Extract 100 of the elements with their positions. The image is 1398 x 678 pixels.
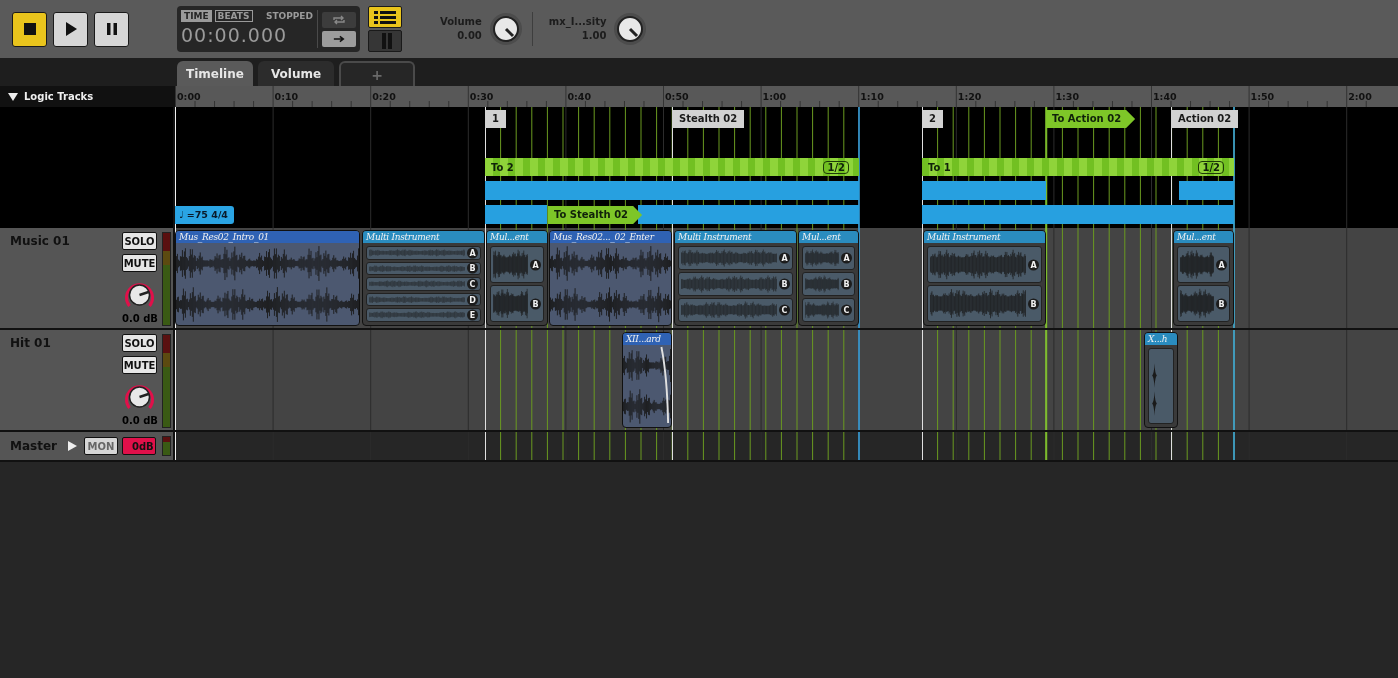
audio-clip[interactable]: Multi Instrument A B — [923, 230, 1046, 326]
clip-title: Multi Instrument — [924, 231, 1045, 243]
layer-label: B — [1028, 298, 1039, 309]
layer-label: B — [1216, 298, 1227, 309]
layer-label: A — [779, 252, 790, 264]
destination-marker[interactable]: Stealth 02 — [672, 110, 745, 128]
clip-title: Mul...ent — [1174, 231, 1233, 243]
time-label: 1:10 — [859, 91, 884, 102]
layer-label: C — [779, 304, 790, 316]
time-label: 1:50 — [1249, 91, 1275, 102]
audio-clip[interactable]: Mul...ent A B — [486, 230, 548, 326]
view-button[interactable] — [368, 6, 402, 28]
loop-label: To 2 — [491, 161, 514, 173]
stop-icon — [21, 21, 38, 37]
time-label: 1:00 — [761, 91, 787, 102]
arrow-icon — [333, 33, 345, 44]
mute-button[interactable]: MUTE — [122, 254, 157, 272]
transition-marker[interactable]: To Stealth 02 — [548, 206, 643, 224]
logic-tracks-label[interactable]: Logic Tracks — [24, 91, 94, 102]
audio-clip[interactable]: Mul...ent A B — [1173, 230, 1234, 326]
parameter-value: 1.00 — [580, 29, 607, 43]
audio-clip[interactable]: XII...ard — [622, 332, 672, 428]
layer-label: A — [1028, 259, 1039, 270]
tempo-marker[interactable]: ♩ =75 4/4 — [175, 206, 234, 224]
volume-readout: 0.0 dB — [122, 415, 158, 426]
time-label: 1:20 — [956, 91, 982, 102]
parameter-name: mx_I...sity — [548, 15, 607, 29]
track-name: Master — [10, 439, 57, 453]
tab[interactable]: Volume — [258, 61, 334, 86]
audio-clip[interactable]: Multi Instrument A B C — [674, 230, 797, 326]
solo-button[interactable]: SOLO — [122, 334, 157, 352]
clip-title: X...h — [1145, 333, 1177, 345]
layer-label: A — [530, 259, 541, 270]
time-label: 0:50 — [664, 91, 689, 102]
destination-marker[interactable]: 2 — [922, 110, 943, 128]
loop-region[interactable]: To 1 1/2 — [922, 158, 1234, 176]
layer-label: A — [1216, 259, 1227, 270]
loop-icon — [333, 14, 345, 25]
layer-label: B — [779, 278, 790, 290]
parameter-knob[interactable] — [488, 12, 523, 46]
master-volume-button[interactable]: 0dB — [122, 437, 156, 455]
clip-title: Mus_Res02..._02_Enter — [550, 231, 671, 243]
clip-title: Multi Instrument — [675, 231, 796, 243]
destination-marker[interactable]: 1 — [485, 110, 506, 128]
stop-button[interactable] — [12, 11, 47, 47]
time-label: 0:10 — [273, 91, 299, 102]
monitor-button[interactable]: MON — [84, 437, 118, 455]
layer-label: C — [841, 304, 852, 316]
layer-label: B — [467, 262, 478, 274]
time-label: 0:40 — [566, 91, 592, 102]
volume-readout: 0.0 dB — [122, 313, 158, 324]
loop-count: 1/2 — [1198, 160, 1224, 174]
layer-label: D — [467, 294, 478, 306]
waveform-drawing — [805, 301, 839, 319]
time-mode-toggle[interactable]: BEATS — [214, 10, 253, 22]
time-label: 0:20 — [371, 91, 396, 102]
time-label: 1:30 — [1054, 91, 1080, 102]
play-icon[interactable] — [68, 441, 77, 451]
layer-label: B — [841, 278, 852, 290]
clip-title: Mul...ent — [487, 231, 547, 243]
transition-marker[interactable]: To Action 02 — [1046, 110, 1136, 128]
audio-clip[interactable]: Mul...ent A B C — [798, 230, 859, 326]
play-button[interactable] — [53, 11, 88, 47]
pause-button[interactable] — [94, 11, 129, 47]
audio-clip[interactable]: Mus_Res02_Intro_01 — [175, 230, 360, 326]
layer-label: A — [467, 247, 478, 259]
waveform-drawing — [493, 288, 528, 319]
parameter-knob[interactable] — [613, 12, 648, 46]
time-label: 1:40 — [1152, 91, 1177, 102]
track-name: Music 01 — [10, 234, 70, 248]
audio-clip[interactable]: Mus_Res02..._02_Enter — [549, 230, 672, 326]
layer-label: E — [467, 309, 478, 321]
waveform-drawing — [805, 275, 839, 293]
solo-button[interactable]: SOLO — [122, 232, 157, 250]
loop-region[interactable]: To 2 1/2 — [485, 158, 859, 176]
waveform-drawing — [493, 249, 528, 280]
loop-button[interactable] — [322, 11, 356, 28]
time-label: 0:30 — [468, 91, 494, 102]
audio-clip[interactable]: X...h — [1144, 332, 1178, 428]
destination-marker[interactable]: Action 02 — [1171, 110, 1239, 128]
clip-title: Mus_Res02_Intro_01 — [176, 231, 359, 243]
clip-title: Mul...ent — [799, 231, 858, 243]
layer-label: B — [530, 298, 541, 309]
audio-clip[interactable]: Multi Instrument A B C D E — [362, 230, 485, 326]
transport-status: STOPPED — [265, 11, 313, 21]
tab[interactable]: Timeline — [177, 61, 253, 86]
layer-label: A — [841, 252, 852, 264]
parameter-name: Volume — [440, 15, 482, 29]
list-icon — [374, 10, 396, 24]
waveform-drawing — [1180, 249, 1214, 280]
level-meter — [162, 436, 171, 456]
layer-label: C — [467, 278, 478, 290]
clip-title: XII...ard — [623, 333, 671, 345]
follow-button[interactable] — [322, 30, 356, 47]
waveform-drawing — [805, 249, 839, 267]
time-mode-toggle[interactable]: TIME — [181, 10, 212, 22]
mute-button[interactable]: MUTE — [122, 356, 157, 374]
loop-label: To 1 — [928, 161, 951, 173]
waveform-drawing — [1180, 288, 1214, 319]
expand-icon[interactable] — [8, 91, 18, 102]
